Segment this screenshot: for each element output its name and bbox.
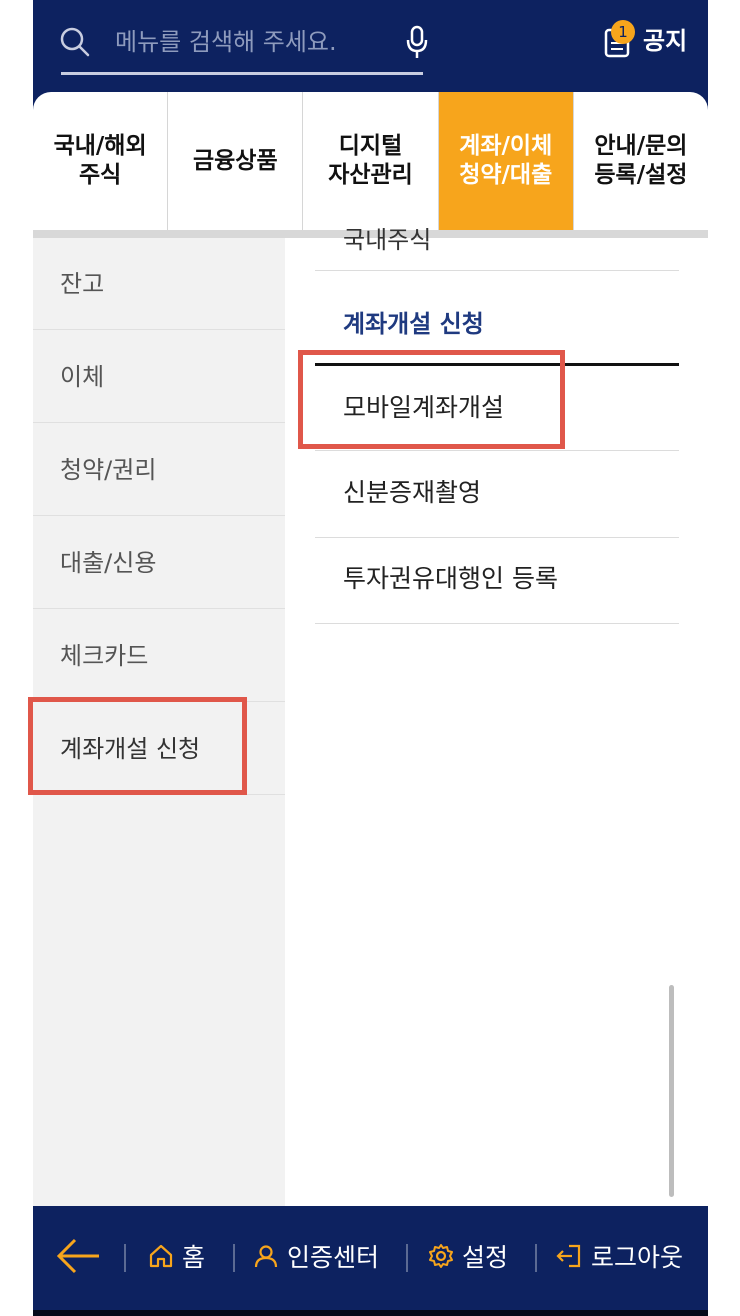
logout-label: 로그아웃 bbox=[591, 1243, 684, 1272]
divider bbox=[315, 537, 679, 538]
search-underline bbox=[61, 72, 423, 75]
home-button[interactable]: 홈 bbox=[148, 1236, 205, 1276]
auth-center-label: 인증센터 bbox=[287, 1243, 380, 1272]
left-menu-check-card[interactable]: 체크카드 bbox=[33, 610, 285, 702]
left-menu-transfer[interactable]: 이체 bbox=[33, 331, 285, 423]
notice-label[interactable]: 공지 bbox=[643, 24, 687, 58]
category-tabs: 국내/해외 주식 금융상품 디지털 자산관리 계좌/이체 청약/대출 안내/문의… bbox=[33, 92, 708, 230]
bottom-nav-bar: 홈 인증센터 설정 로그아웃 bbox=[33, 1206, 708, 1310]
left-menu-loan[interactable]: 대출/신용 bbox=[33, 517, 285, 609]
auth-center-button[interactable]: 인증센터 bbox=[253, 1236, 379, 1276]
divider bbox=[315, 450, 679, 451]
left-menu-balance[interactable]: 잔고 bbox=[33, 238, 285, 330]
submenu-agent-register[interactable]: 투자권유대행인 등록 bbox=[343, 562, 558, 596]
tab-guide-settings[interactable]: 안내/문의 등록/설정 bbox=[574, 92, 708, 230]
app-frame: 메뉴를 검색해 주세요. 1 공지 국내/해외 주식 금융상품 디지털 자산관리… bbox=[33, 0, 708, 1316]
gear-icon bbox=[429, 1244, 453, 1268]
divider bbox=[315, 623, 679, 624]
clipped-menu-item: 국내주식 bbox=[343, 226, 432, 254]
tab-financial-products[interactable]: 금융상품 bbox=[168, 92, 304, 230]
settings-label: 설정 bbox=[462, 1243, 509, 1272]
submenu-id-recapture[interactable]: 신분증재촬영 bbox=[343, 476, 481, 510]
tab-domestic-foreign-stock[interactable]: 국내/해외 주식 bbox=[33, 92, 169, 230]
scrollbar[interactable] bbox=[669, 985, 674, 1197]
nav-separator bbox=[406, 1244, 408, 1272]
nav-separator bbox=[535, 1244, 537, 1272]
divider bbox=[315, 270, 679, 271]
search-input[interactable]: 메뉴를 검색해 주세요. bbox=[115, 26, 337, 58]
notice-badge: 1 bbox=[611, 20, 635, 44]
tab-digital-asset[interactable]: 디지털 자산관리 bbox=[303, 92, 439, 230]
highlight-box-right bbox=[298, 350, 565, 449]
nav-separator bbox=[233, 1244, 235, 1272]
microphone-icon[interactable] bbox=[403, 24, 431, 60]
logout-button[interactable]: 로그아웃 bbox=[555, 1236, 683, 1276]
section-title: 계좌개설 신청 bbox=[343, 310, 484, 338]
user-icon bbox=[254, 1245, 278, 1268]
settings-button[interactable]: 설정 bbox=[428, 1236, 508, 1276]
logout-icon bbox=[556, 1244, 581, 1268]
search-icon[interactable] bbox=[59, 26, 91, 58]
back-arrow-icon[interactable] bbox=[55, 1236, 101, 1276]
nav-separator bbox=[124, 1244, 126, 1272]
home-label: 홈 bbox=[182, 1243, 206, 1272]
bottom-edge bbox=[33, 1310, 708, 1316]
left-menu-subscription[interactable]: 청약/권리 bbox=[33, 424, 285, 516]
home-icon bbox=[149, 1244, 173, 1268]
highlight-box-left bbox=[28, 697, 247, 795]
tab-account-transfer[interactable]: 계좌/이체 청약/대출 bbox=[438, 92, 574, 230]
